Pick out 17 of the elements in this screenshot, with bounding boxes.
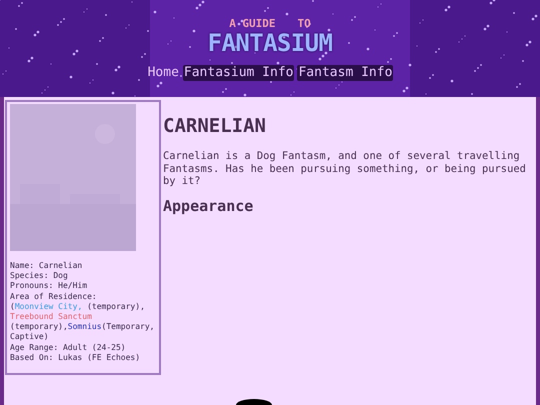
page-title: CARNELIAN: [163, 114, 267, 138]
profile-detail: Area of Residence: (Moonview City, (temporary), Treebound Sanctum (temporary),Somnius(Temporary, Captive): [10, 292, 156, 343]
profile-detail: Name: Carnelian: [10, 261, 84, 272]
profile-detail: Based On: Lukas (FE Echoes): [10, 352, 142, 364]
logo-subtitle: A GUIDE: [229, 18, 276, 29]
nav-link[interactable]: Fantasm Info: [297, 65, 394, 81]
profile-detail: Pronouns: He/Him: [10, 281, 88, 292]
profile-detail: Age Range: Adult (24-25): [10, 342, 127, 353]
section-heading: Appearance: [163, 196, 254, 214]
profile-detail: Species: Dog: [10, 271, 69, 282]
location-link[interactable]: Somnius: [68, 322, 102, 332]
nav-link[interactable]: Fantasium Info: [182, 65, 294, 81]
dark-shape: [236, 399, 272, 405]
logo-title: FANTASIUM: [208, 29, 332, 57]
logo-subtitle-end: TO: [298, 18, 311, 29]
intro-paragraph: Carnelian is a Dog Fantasm, and one of several travelling Fantasms. Has he been pursuing something, or being pursued by it?: [163, 150, 527, 188]
nav-link[interactable]: Home: [146, 65, 180, 81]
